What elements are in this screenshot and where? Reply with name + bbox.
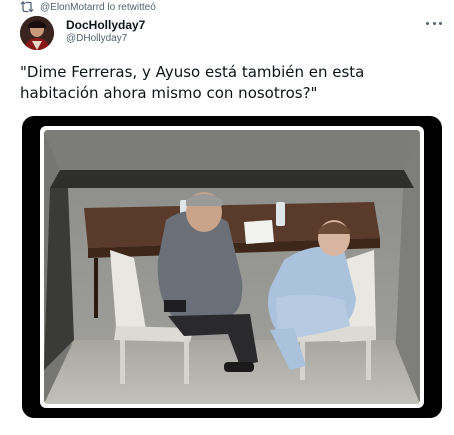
author-handle[interactable]: @DHollyday7 <box>66 32 145 46</box>
tweet-media[interactable] <box>22 116 442 418</box>
photo-frame <box>40 126 424 408</box>
retweet-text: @ElonMotarrd lo retwitteó <box>40 1 156 13</box>
tweet-text: "Dime Ferreras, y Ayuso está también en … <box>20 63 365 102</box>
interrogation-room-photo <box>44 130 420 404</box>
retweet-indicator[interactable]: @ElonMotarrd lo retwitteó <box>20 0 156 14</box>
retweet-icon <box>20 1 34 13</box>
author-display-name[interactable]: DocHollyday7 <box>66 18 145 32</box>
more-horizontal-icon[interactable] <box>426 18 442 28</box>
avatar[interactable] <box>20 16 54 50</box>
